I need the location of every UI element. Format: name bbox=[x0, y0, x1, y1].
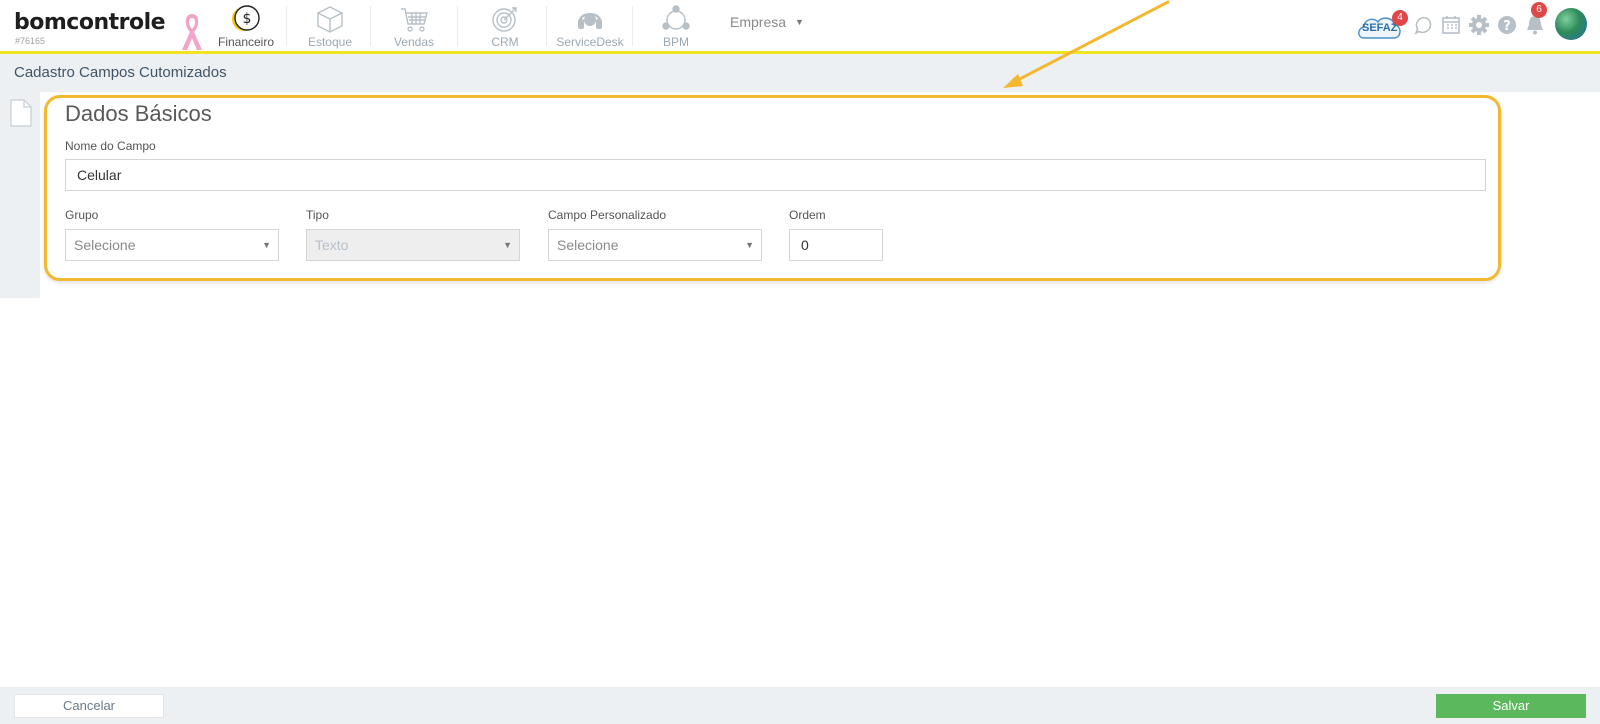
nav-crm[interactable]: CRM bbox=[463, 4, 547, 49]
whatsapp-icon[interactable] bbox=[1412, 14, 1434, 36]
section-title: Dados Básicos bbox=[65, 101, 212, 126]
tipo-selected-value: Texto bbox=[315, 237, 349, 253]
sefaz-button[interactable]: SEFAZ 4 bbox=[1356, 10, 1408, 40]
dollar-coin-icon: $ bbox=[232, 5, 260, 31]
nav-bpm[interactable]: BPM bbox=[634, 4, 718, 49]
campo-personalizado-select[interactable]: Selecione ▼ bbox=[548, 229, 762, 261]
chevron-down-icon: ▼ bbox=[262, 240, 271, 250]
flow-icon bbox=[662, 5, 690, 30]
nav-divider bbox=[370, 6, 371, 46]
logo-text: bomcontrole bbox=[14, 10, 166, 35]
company-label: Empresa bbox=[730, 14, 787, 30]
notifications-button[interactable]: 6 bbox=[1524, 2, 1547, 36]
headset-icon bbox=[578, 13, 602, 29]
pink-ribbon-icon bbox=[182, 14, 202, 50]
page-header: Cadastro Campos Cutomizados bbox=[0, 54, 1600, 92]
tipo-label: Tipo bbox=[306, 208, 329, 222]
nav-divider bbox=[632, 6, 633, 46]
gear-icon[interactable] bbox=[1468, 14, 1490, 36]
calendar-icon[interactable] bbox=[1440, 14, 1462, 36]
ordem-input[interactable]: 0 bbox=[789, 229, 883, 261]
page-title: Cadastro Campos Cutomizados bbox=[14, 64, 227, 81]
nav-label: Financeiro bbox=[217, 35, 275, 49]
nav-label: Estoque bbox=[307, 35, 353, 49]
nav-label: Vendas bbox=[393, 35, 435, 49]
avatar[interactable] bbox=[1555, 8, 1587, 40]
grupo-selected-value: Selecione bbox=[74, 237, 136, 253]
logo[interactable]: bomcontrole #76165 bbox=[14, 10, 166, 46]
company-dropdown[interactable]: Empresa ▼ bbox=[730, 14, 804, 30]
nav-label: CRM bbox=[491, 35, 519, 49]
nav-estoque[interactable]: Estoque bbox=[288, 4, 372, 49]
nome-campo-input[interactable]: Celular bbox=[65, 159, 1486, 191]
chevron-down-icon: ▼ bbox=[745, 240, 754, 250]
help-icon[interactable]: ? bbox=[1496, 14, 1518, 36]
account-id: #76165 bbox=[15, 36, 46, 46]
tipo-select: Texto ▼ bbox=[306, 229, 520, 261]
nav-divider bbox=[546, 6, 547, 46]
svg-text:$: $ bbox=[243, 11, 252, 27]
top-navbar: bomcontrole #76165 $ Financeiro Estoque … bbox=[0, 0, 1600, 54]
nav-label: BPM bbox=[662, 35, 689, 49]
nav-divider bbox=[286, 6, 287, 46]
document-icon bbox=[10, 99, 32, 127]
nav-vendas[interactable]: Vendas bbox=[372, 4, 456, 49]
chevron-down-icon: ▼ bbox=[503, 240, 512, 250]
cancel-button[interactable]: Cancelar bbox=[14, 694, 164, 718]
chevron-down-icon: ▼ bbox=[795, 17, 804, 27]
sefaz-badge: 4 bbox=[1392, 10, 1408, 26]
nome-campo-label: Nome do Campo bbox=[65, 139, 156, 153]
notifications-badge: 6 bbox=[1531, 2, 1547, 18]
nav-servicedesk[interactable]: ServiceDesk bbox=[548, 4, 632, 49]
ordem-label: Ordem bbox=[789, 208, 826, 222]
save-button[interactable]: Salvar bbox=[1436, 694, 1586, 718]
nav-financeiro[interactable]: $ Financeiro bbox=[204, 4, 288, 49]
nav-label: ServiceDesk bbox=[556, 35, 624, 49]
cart-icon bbox=[401, 8, 428, 32]
target-icon bbox=[492, 7, 517, 32]
campo-personalizado-label: Campo Personalizado bbox=[548, 208, 667, 222]
grupo-label: Grupo bbox=[65, 208, 99, 222]
sefaz-label: SEFAZ bbox=[1362, 22, 1398, 34]
campo-selected-value: Selecione bbox=[557, 237, 619, 253]
box-icon bbox=[317, 6, 343, 33]
nav-divider bbox=[457, 6, 458, 46]
footer-bar bbox=[0, 687, 1600, 724]
svg-text:?: ? bbox=[1503, 19, 1511, 34]
grupo-select[interactable]: Selecione ▼ bbox=[65, 229, 279, 261]
